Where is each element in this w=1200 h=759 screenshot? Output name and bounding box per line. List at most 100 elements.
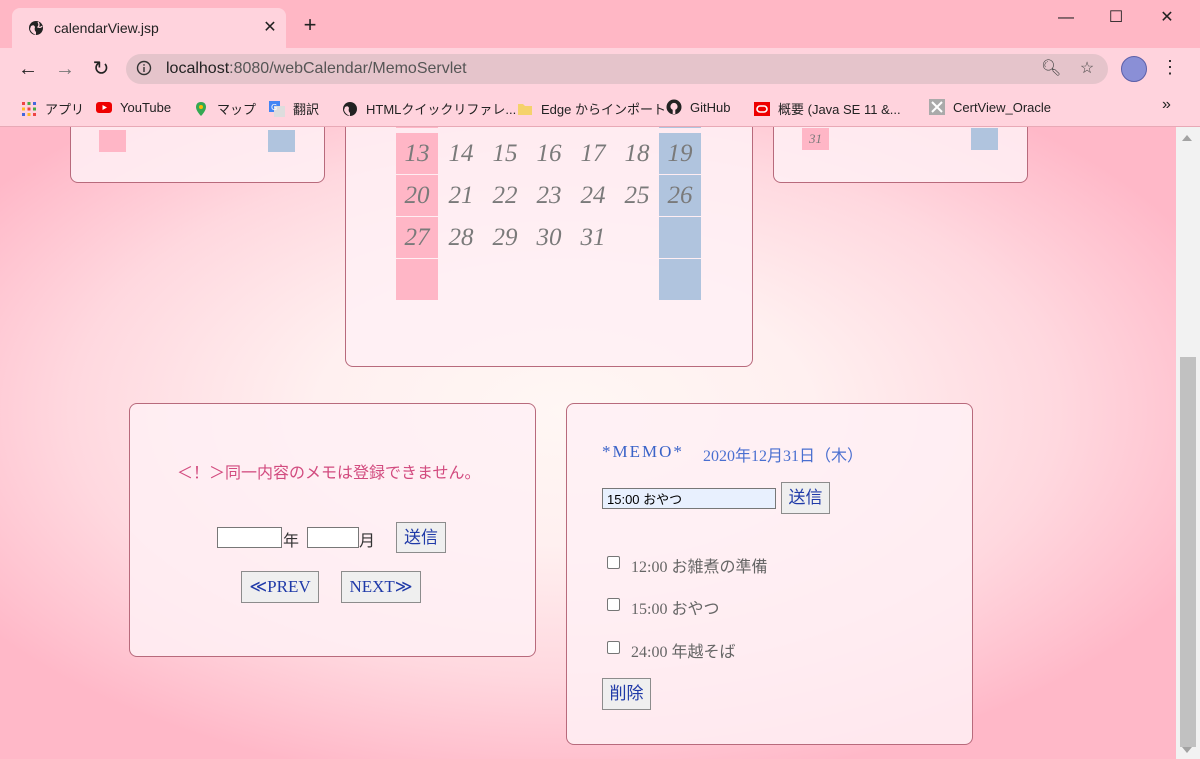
github-icon: [666, 99, 682, 115]
memo-panel: *MEMO* 2020年12月31日（木） 送信 12:00 お雑煮の準備 15…: [566, 403, 973, 745]
day-cell[interactable]: 31: [802, 128, 829, 150]
day-cell[interactable]: 16: [528, 133, 570, 174]
menu-icon[interactable]: ⋮: [1160, 57, 1180, 77]
day-cell[interactable]: 24: [572, 175, 614, 216]
page-scrollbar[interactable]: [1176, 127, 1200, 759]
day-cell[interactable]: 10: [572, 127, 614, 128]
sunday-cell[interactable]: 13: [396, 133, 438, 174]
certview-icon: [929, 99, 945, 115]
day-cell[interactable]: 11: [616, 127, 658, 128]
day-cell[interactable]: 25: [616, 175, 658, 216]
sunday-cell[interactable]: 27: [396, 217, 438, 258]
saturday-cell: [659, 259, 701, 300]
memo-checkbox[interactable]: [607, 641, 620, 654]
day-cell[interactable]: 29: [484, 217, 526, 258]
sunday-cell: [99, 130, 126, 152]
star-icon[interactable]: ☆: [1078, 60, 1096, 78]
saturday-cell: [971, 128, 998, 150]
sunday-cell[interactable]: 6: [396, 127, 438, 128]
prev-button[interactable]: ≪PREV: [241, 571, 319, 603]
close-tab-icon[interactable]: ✕: [260, 17, 280, 37]
day-cell: [484, 259, 526, 300]
month-label: 月: [359, 533, 376, 550]
saturday-cell[interactable]: 12: [659, 127, 701, 128]
new-tab-icon[interactable]: +: [299, 14, 321, 36]
back-arrow-icon[interactable]: ←: [14, 56, 42, 82]
day-cell[interactable]: 21: [440, 175, 482, 216]
error-message: ＜！＞同一内容のメモは登録できません。: [177, 465, 481, 482]
globe-icon: [343, 102, 357, 116]
day-cell[interactable]: 7: [440, 127, 482, 128]
month-submit-button[interactable]: 送信: [396, 522, 446, 553]
maximize-icon[interactable]: ☐: [1093, 6, 1139, 30]
svg-text:G: G: [271, 103, 277, 112]
sunday-cell[interactable]: 20: [396, 175, 438, 216]
forward-arrow-icon[interactable]: →: [51, 56, 79, 82]
bookmark-apps[interactable]: アプリ: [21, 99, 84, 118]
bookmark-edge-import[interactable]: Edge からインポート: [517, 99, 666, 118]
calendar-current-month: 6789101112 13141516171819 20212223242526 27…: [345, 127, 753, 367]
bookmark-certview[interactable]: CertView_Oracle: [929, 99, 1051, 115]
bookmark-maps[interactable]: マップ: [193, 99, 256, 118]
saturday-cell[interactable]: 26: [659, 175, 701, 216]
scroll-thumb[interactable]: [1180, 357, 1196, 747]
next-button[interactable]: NEXT≫: [341, 571, 421, 603]
day-cell[interactable]: 30: [528, 217, 570, 258]
memo-submit-button[interactable]: 送信: [781, 482, 830, 514]
day-cell[interactable]: 18: [616, 133, 658, 174]
calendar-next-month: 31: [773, 127, 1028, 183]
sunday-cell: [396, 259, 438, 300]
day-cell[interactable]: 23: [528, 175, 570, 216]
day-cell[interactable]: 28: [440, 217, 482, 258]
folder-icon: [518, 104, 532, 115]
day-cell[interactable]: 14: [440, 133, 482, 174]
bookmarks-more-icon[interactable]: »: [1162, 96, 1171, 114]
maps-pin-icon: [196, 102, 206, 116]
month-nav-panel: ＜！＞同一内容のメモは登録できません。 年 月 送信 ≪PREV NEXT≫: [129, 403, 536, 657]
saturday-cell: [268, 130, 295, 152]
bookmarks-bar: アプリ YouTube マップ G 翻訳 HTMLクイックリファレ... Edge…: [0, 90, 1200, 127]
day-cell[interactable]: 17: [572, 133, 614, 174]
memo-checkbox[interactable]: [607, 556, 620, 569]
bookmark-html-reference[interactable]: HTMLクイックリファレ...: [342, 99, 516, 118]
day-cell[interactable]: 22: [484, 175, 526, 216]
day-cell: [440, 259, 482, 300]
minimize-icon[interactable]: —: [1043, 6, 1089, 30]
reload-icon[interactable]: ↻: [87, 56, 115, 82]
page-viewport: 6789101112 13141516171819 20212223242526 27…: [0, 127, 1176, 759]
bookmark-translate[interactable]: G 翻訳: [269, 99, 319, 118]
day-cell[interactable]: 15: [484, 133, 526, 174]
apps-grid-icon: [22, 102, 36, 116]
day-cell[interactable]: 8: [484, 127, 526, 128]
year-input[interactable]: [217, 527, 282, 548]
address-bar[interactable]: localhost:8080/webCalendar/MemoServlet 🔍…: [126, 54, 1108, 84]
bookmark-youtube[interactable]: YouTube: [96, 99, 171, 115]
memo-checkbox[interactable]: [607, 598, 620, 611]
tab-title: calendarView.jsp: [54, 20, 159, 36]
memo-item: 12:00 お雑煮の準備: [631, 559, 768, 576]
bookmark-github[interactable]: GitHub: [666, 99, 730, 115]
day-cell: [616, 217, 658, 258]
profile-avatar[interactable]: [1121, 56, 1147, 82]
saturday-cell[interactable]: 19: [659, 133, 701, 174]
scroll-down-icon[interactable]: [1182, 747, 1192, 753]
zoom-icon[interactable]: 🔍︎: [1041, 60, 1061, 78]
memo-item: 15:00 おやつ: [631, 601, 720, 618]
memo-input[interactable]: [602, 488, 776, 509]
memo-item: 24:00 年越そば: [631, 644, 736, 661]
day-cell: [528, 259, 570, 300]
browser-tab[interactable]: calendarView.jsp ✕: [12, 8, 286, 48]
bookmark-java-se[interactable]: 概要 (Java SE 11 &...: [754, 99, 901, 118]
saturday-cell: [659, 217, 701, 258]
year-label: 年: [283, 533, 300, 550]
scroll-up-icon[interactable]: [1182, 135, 1192, 141]
month-input[interactable]: [307, 527, 359, 548]
url-text[interactable]: localhost:8080/webCalendar/MemoServlet: [166, 60, 467, 78]
oracle-icon: [754, 102, 770, 116]
info-icon[interactable]: [136, 60, 152, 76]
memo-delete-button[interactable]: 削除: [602, 678, 651, 710]
day-cell[interactable]: 9: [528, 127, 570, 128]
youtube-icon: [96, 102, 112, 113]
day-cell[interactable]: 31: [572, 217, 614, 258]
close-window-icon[interactable]: ✕: [1144, 6, 1190, 30]
